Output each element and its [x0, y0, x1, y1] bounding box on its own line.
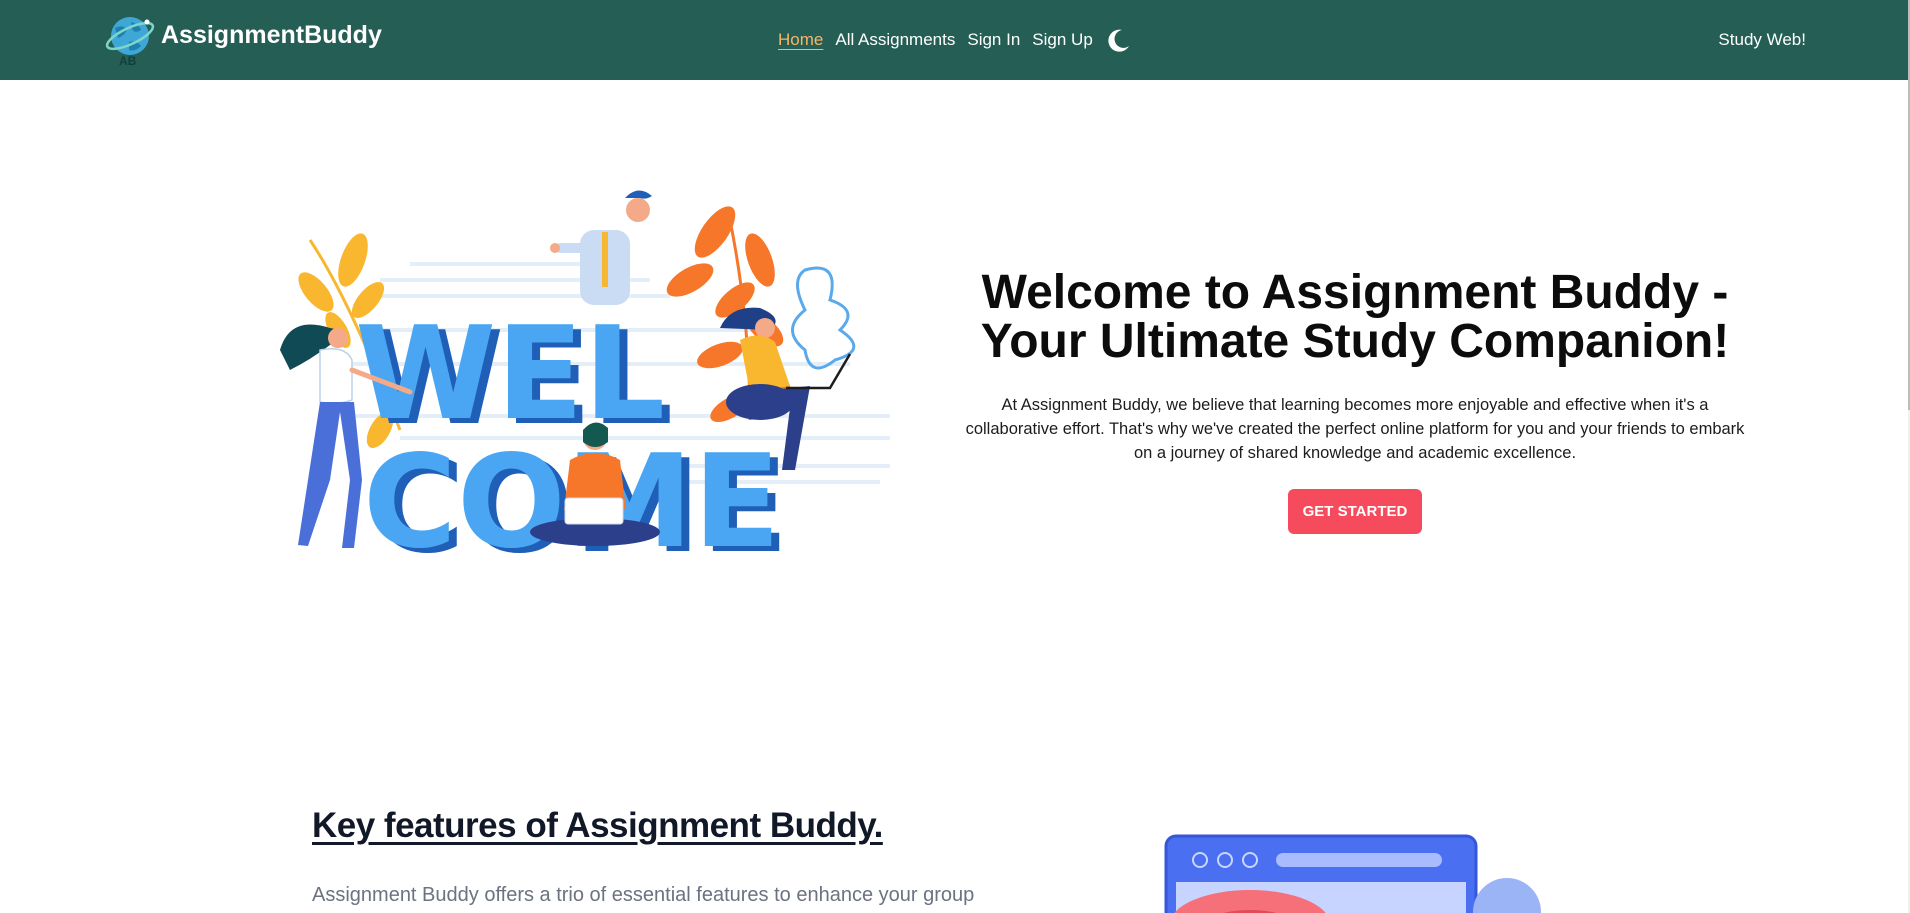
- browser-window-illustration: [1160, 834, 1560, 913]
- welcome-word-top: WEL: [355, 300, 665, 449]
- brand-link[interactable]: AB AssignmentBuddy: [105, 14, 382, 68]
- brand-name: AssignmentBuddy: [161, 20, 382, 49]
- globe-logo-icon: AB: [105, 14, 155, 68]
- nav-link-sign-in[interactable]: Sign In: [967, 30, 1020, 50]
- nav-link-sign-up[interactable]: Sign Up: [1032, 30, 1092, 50]
- man-presenting-figure: [550, 190, 652, 305]
- hero-description: At Assignment Buddy, we believe that lea…: [965, 396, 1745, 462]
- features-description: Assignment Buddy offers a trio of essent…: [312, 884, 975, 906]
- page: AB AssignmentBuddy Home All Assignments …: [0, 0, 1910, 913]
- main-nav: Home All Assignments Sign In Sign Up: [778, 28, 1131, 52]
- welcome-illustration: WEL WEL COME COME: [250, 180, 900, 582]
- study-web-link[interactable]: Study Web!: [1718, 30, 1806, 50]
- nav-link-all-assignments[interactable]: All Assignments: [835, 30, 955, 50]
- features-title: Key features of Assignment Buddy.: [312, 806, 883, 845]
- logo-initials: AB: [119, 54, 137, 68]
- hero-text: Welcome to Assignment Buddy - Your Ultim…: [955, 268, 1755, 534]
- nav-link-home[interactable]: Home: [778, 30, 823, 50]
- hero-title: Welcome to Assignment Buddy - Your Ultim…: [980, 266, 1730, 368]
- top-navbar: AB AssignmentBuddy Home All Assignments …: [0, 0, 1908, 80]
- moon-icon[interactable]: [1107, 28, 1131, 52]
- get-started-button[interactable]: GET STARTED: [1287, 489, 1423, 534]
